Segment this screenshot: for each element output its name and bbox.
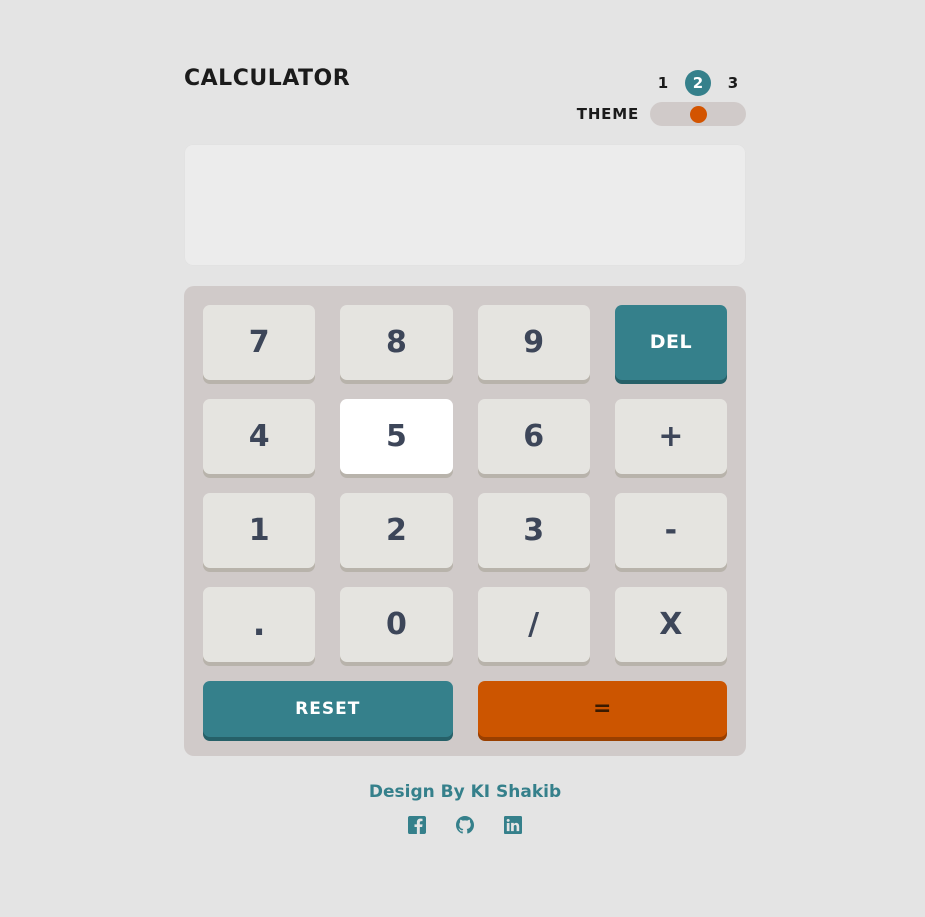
key-divide[interactable]: / (477, 587, 590, 662)
key-2[interactable]: 2 (340, 493, 453, 568)
calculator-app: CALCULATOR 1 2 3 THEME 7 8 9 DEL 4 5 6 +… (0, 0, 925, 917)
calculator-display (184, 144, 746, 266)
theme-option-3[interactable]: 3 (720, 70, 746, 96)
key-8[interactable]: 8 (340, 305, 453, 380)
key-4[interactable]: 4 (203, 399, 316, 474)
theme-number-row: 1 2 3 (650, 70, 746, 96)
keypad-bottom-row: RESET = (203, 681, 727, 737)
social-links (184, 816, 746, 834)
theme-toggle-row: THEME (577, 102, 746, 126)
key-6[interactable]: 6 (477, 399, 590, 474)
key-9[interactable]: 9 (477, 305, 590, 380)
theme-option-1[interactable]: 1 (650, 70, 676, 96)
page-footer: Design By KI Shakib (184, 782, 746, 834)
equals-button[interactable]: = (477, 681, 727, 737)
key-plus[interactable]: + (614, 399, 727, 474)
key-minus[interactable]: - (614, 493, 727, 568)
app-header: CALCULATOR 1 2 3 THEME (184, 58, 746, 136)
theme-label: THEME (576, 105, 639, 123)
theme-switcher: 1 2 3 THEME (577, 58, 746, 134)
linkedin-icon[interactable] (504, 816, 522, 834)
facebook-icon[interactable] (408, 816, 426, 834)
key-1[interactable]: 1 (203, 493, 316, 568)
theme-option-2[interactable]: 2 (685, 70, 711, 96)
theme-slider[interactable] (650, 102, 746, 126)
theme-slider-knob[interactable] (690, 106, 707, 123)
key-decimal[interactable]: . (203, 587, 316, 662)
key-7[interactable]: 7 (203, 305, 316, 380)
credit-text: Design By KI Shakib (368, 782, 562, 802)
keypad-panel: 7 8 9 DEL 4 5 6 + 1 2 3 - . 0 / X RESET … (184, 286, 746, 756)
key-delete[interactable]: DEL (614, 305, 727, 380)
key-0[interactable]: 0 (340, 587, 453, 662)
calculator-shell: CALCULATOR 1 2 3 THEME 7 8 9 DEL 4 5 6 +… (184, 58, 746, 834)
key-multiply[interactable]: X (614, 587, 727, 662)
reset-button[interactable]: RESET (203, 681, 453, 737)
key-3[interactable]: 3 (477, 493, 590, 568)
page-title: CALCULATOR (184, 66, 351, 91)
key-5[interactable]: 5 (340, 399, 453, 474)
key-grid: 7 8 9 DEL 4 5 6 + 1 2 3 - . 0 / X (203, 305, 727, 662)
github-icon[interactable] (456, 816, 474, 834)
